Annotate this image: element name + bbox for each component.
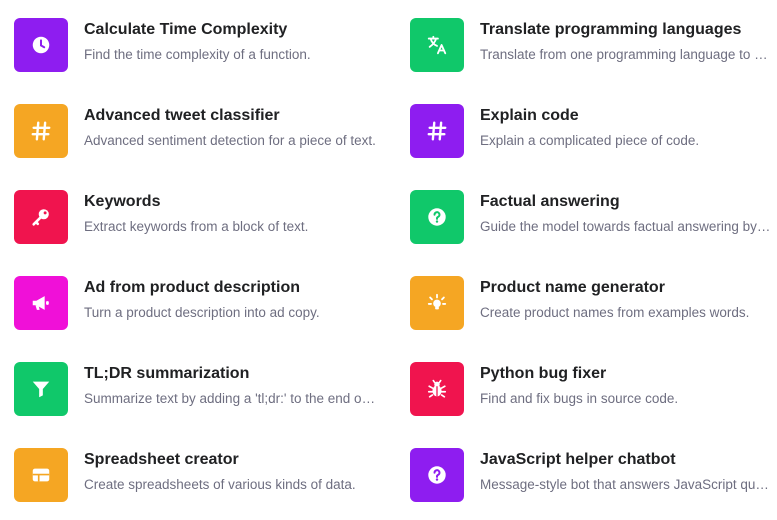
bug-icon [410,362,464,416]
example-text: Translate programming languages Translate… [480,18,774,64]
example-card[interactable]: Spreadsheet creator Create spreadsheets o… [14,448,376,502]
question-icon [410,190,464,244]
example-description: Summarize text by adding a 'tl;dr:' to t… [84,391,376,406]
example-text: Spreadsheet creator Create spreadsheets o… [84,448,376,494]
example-description: Turn a product description into ad copy. [84,305,320,320]
example-text: TL;DR summarization Summarize text by add… [84,362,376,408]
example-text: Advanced tweet classifier Advanced sentim… [84,104,376,150]
key-icon [14,190,68,244]
clock-icon [14,18,68,72]
megaphone-icon [14,276,68,330]
example-card[interactable]: Calculate Time Complexity Find the time c… [14,18,376,72]
translate-icon [410,18,464,72]
example-title: Ad from product description [84,279,300,296]
example-card[interactable]: Product name generator Create product nam… [410,276,774,330]
example-description: Explain a complicated piece of code. [480,133,700,148]
example-title: Product name generator [480,279,665,296]
example-card[interactable]: Python bug fixer Find and fix bugs in sou… [410,362,774,416]
example-text: Calculate Time Complexity Find the time c… [84,18,376,64]
example-card[interactable]: Ad from product description Turn a produc… [14,276,376,330]
example-description: Find the time complexity of a function. [84,47,311,62]
example-card[interactable]: Explain code Explain a complicated piece … [410,104,774,158]
example-description: Find and fix bugs in source code. [480,391,679,406]
example-title: Spreadsheet creator [84,451,239,468]
table-icon [14,448,68,502]
example-text: Keywords Extract keywords from a block of… [84,190,376,236]
example-description: Create spreadsheets of various kinds of … [84,477,356,492]
example-title: Calculate Time Complexity [84,21,288,38]
example-description: Create product names from examples words… [480,305,750,320]
example-description: Message-style bot that answers JavaScrip… [480,477,774,492]
example-description: Advanced sentiment detection for a piece… [84,133,376,148]
example-description: Translate from one programming language … [480,47,774,62]
example-text: Product name generator Create product nam… [480,276,774,322]
example-card[interactable]: Keywords Extract keywords from a block of… [14,190,376,244]
example-title: Explain code [480,107,579,124]
hashtag-icon [14,104,68,158]
hashtag-icon [410,104,464,158]
example-title: Factual answering [480,193,620,210]
example-description: Guide the model towards factual answerin… [480,219,774,234]
example-title: Python bug fixer [480,365,607,382]
example-text: JavaScript helper chatbot Message-style b… [480,448,774,494]
example-description: Extract keywords from a block of text. [84,219,309,234]
example-title: Advanced tweet classifier [84,107,280,124]
examples-grid: Calculate Time Complexity Find the time c… [0,0,777,520]
example-card[interactable]: JavaScript helper chatbot Message-style b… [410,448,774,502]
example-title: TL;DR summarization [84,365,250,382]
example-title: Keywords [84,193,161,210]
example-card[interactable]: Translate programming languages Translate… [410,18,774,72]
example-text: Factual answering Guide the model towards… [480,190,774,236]
example-text: Python bug fixer Find and fix bugs in sou… [480,362,774,408]
example-text: Ad from product description Turn a produc… [84,276,376,322]
example-title: Translate programming languages [480,21,742,38]
funnel-icon [14,362,68,416]
example-card[interactable]: Factual answering Guide the model towards… [410,190,774,244]
example-card[interactable]: Advanced tweet classifier Advanced sentim… [14,104,376,158]
example-title: JavaScript helper chatbot [480,451,676,468]
question-icon [410,448,464,502]
example-card[interactable]: TL;DR summarization Summarize text by add… [14,362,376,416]
lightbulb-icon [410,276,464,330]
example-text: Explain code Explain a complicated piece … [480,104,774,150]
